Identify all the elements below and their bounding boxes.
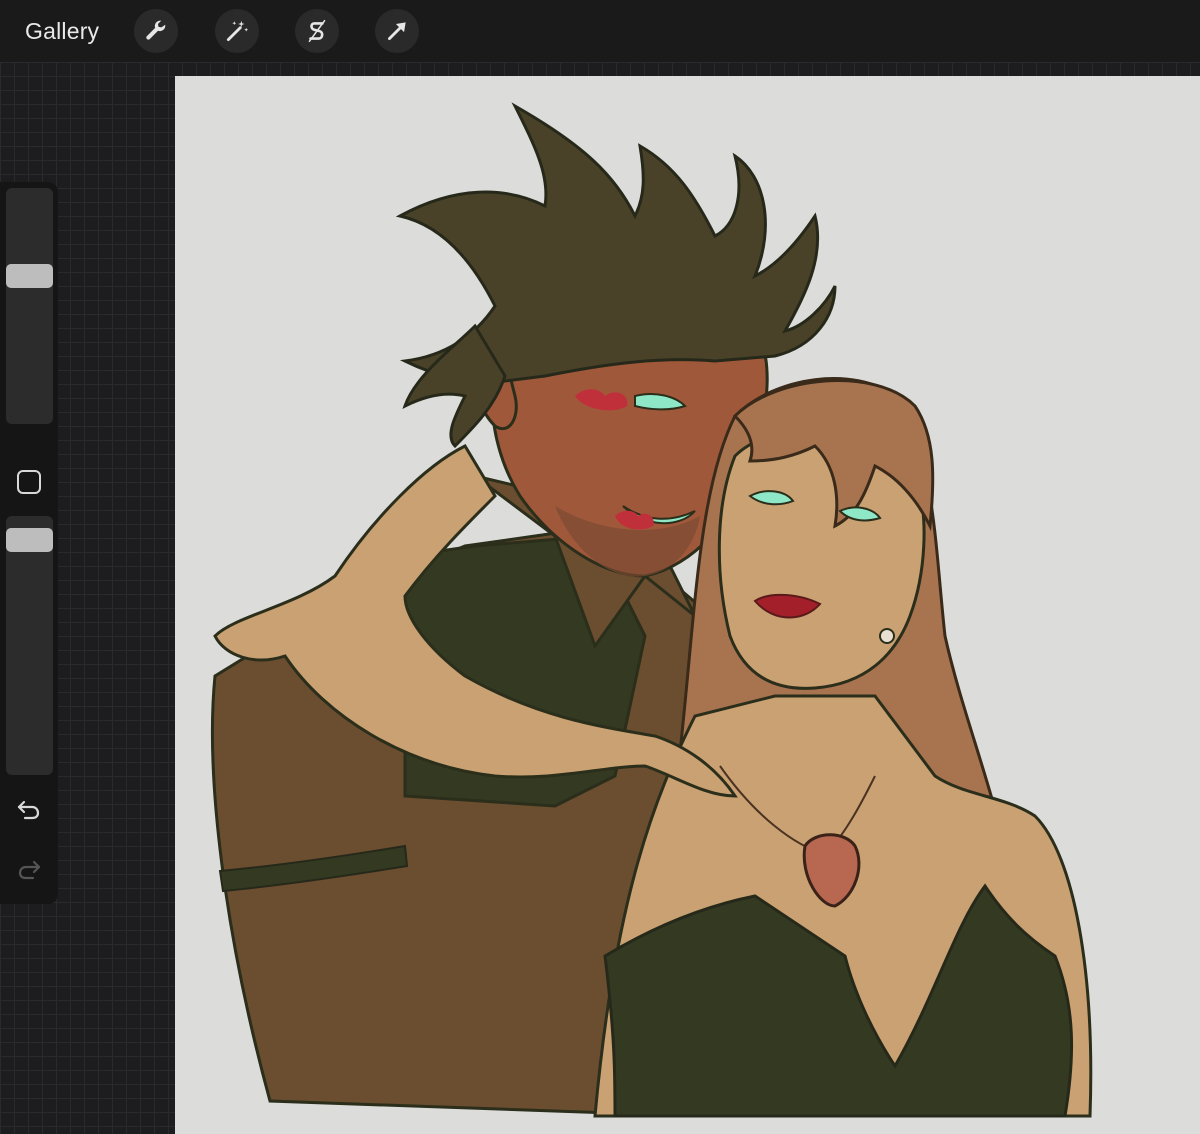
wrench-icon (146, 20, 166, 40)
gallery-button[interactable]: Gallery (25, 14, 99, 48)
modify-button[interactable] (15, 468, 43, 496)
arrow-transform-icon (388, 22, 406, 40)
brush-size-thumb[interactable] (6, 264, 53, 288)
artwork-illustration (211, 102, 1093, 1118)
undo-arrow-icon (17, 800, 40, 820)
magic-wand-icon (226, 20, 249, 42)
selection-s-icon (308, 19, 326, 43)
transform-button[interactable] (375, 9, 419, 53)
left-sidebar (0, 182, 58, 904)
top-toolbar: Gallery (0, 0, 1200, 62)
opacity-thumb[interactable] (6, 528, 53, 552)
adjustments-button[interactable] (215, 9, 259, 53)
drawing-canvas[interactable] (175, 76, 1200, 1134)
undo-button[interactable] (14, 794, 44, 824)
brush-size-slider[interactable] (6, 188, 53, 424)
redo-arrow-icon (18, 860, 41, 880)
actions-button[interactable] (134, 9, 178, 53)
opacity-slider[interactable] (6, 516, 53, 775)
selection-button[interactable] (295, 9, 339, 53)
redo-button[interactable] (14, 854, 44, 884)
woman-earring (879, 628, 895, 644)
square-icon (17, 470, 41, 494)
